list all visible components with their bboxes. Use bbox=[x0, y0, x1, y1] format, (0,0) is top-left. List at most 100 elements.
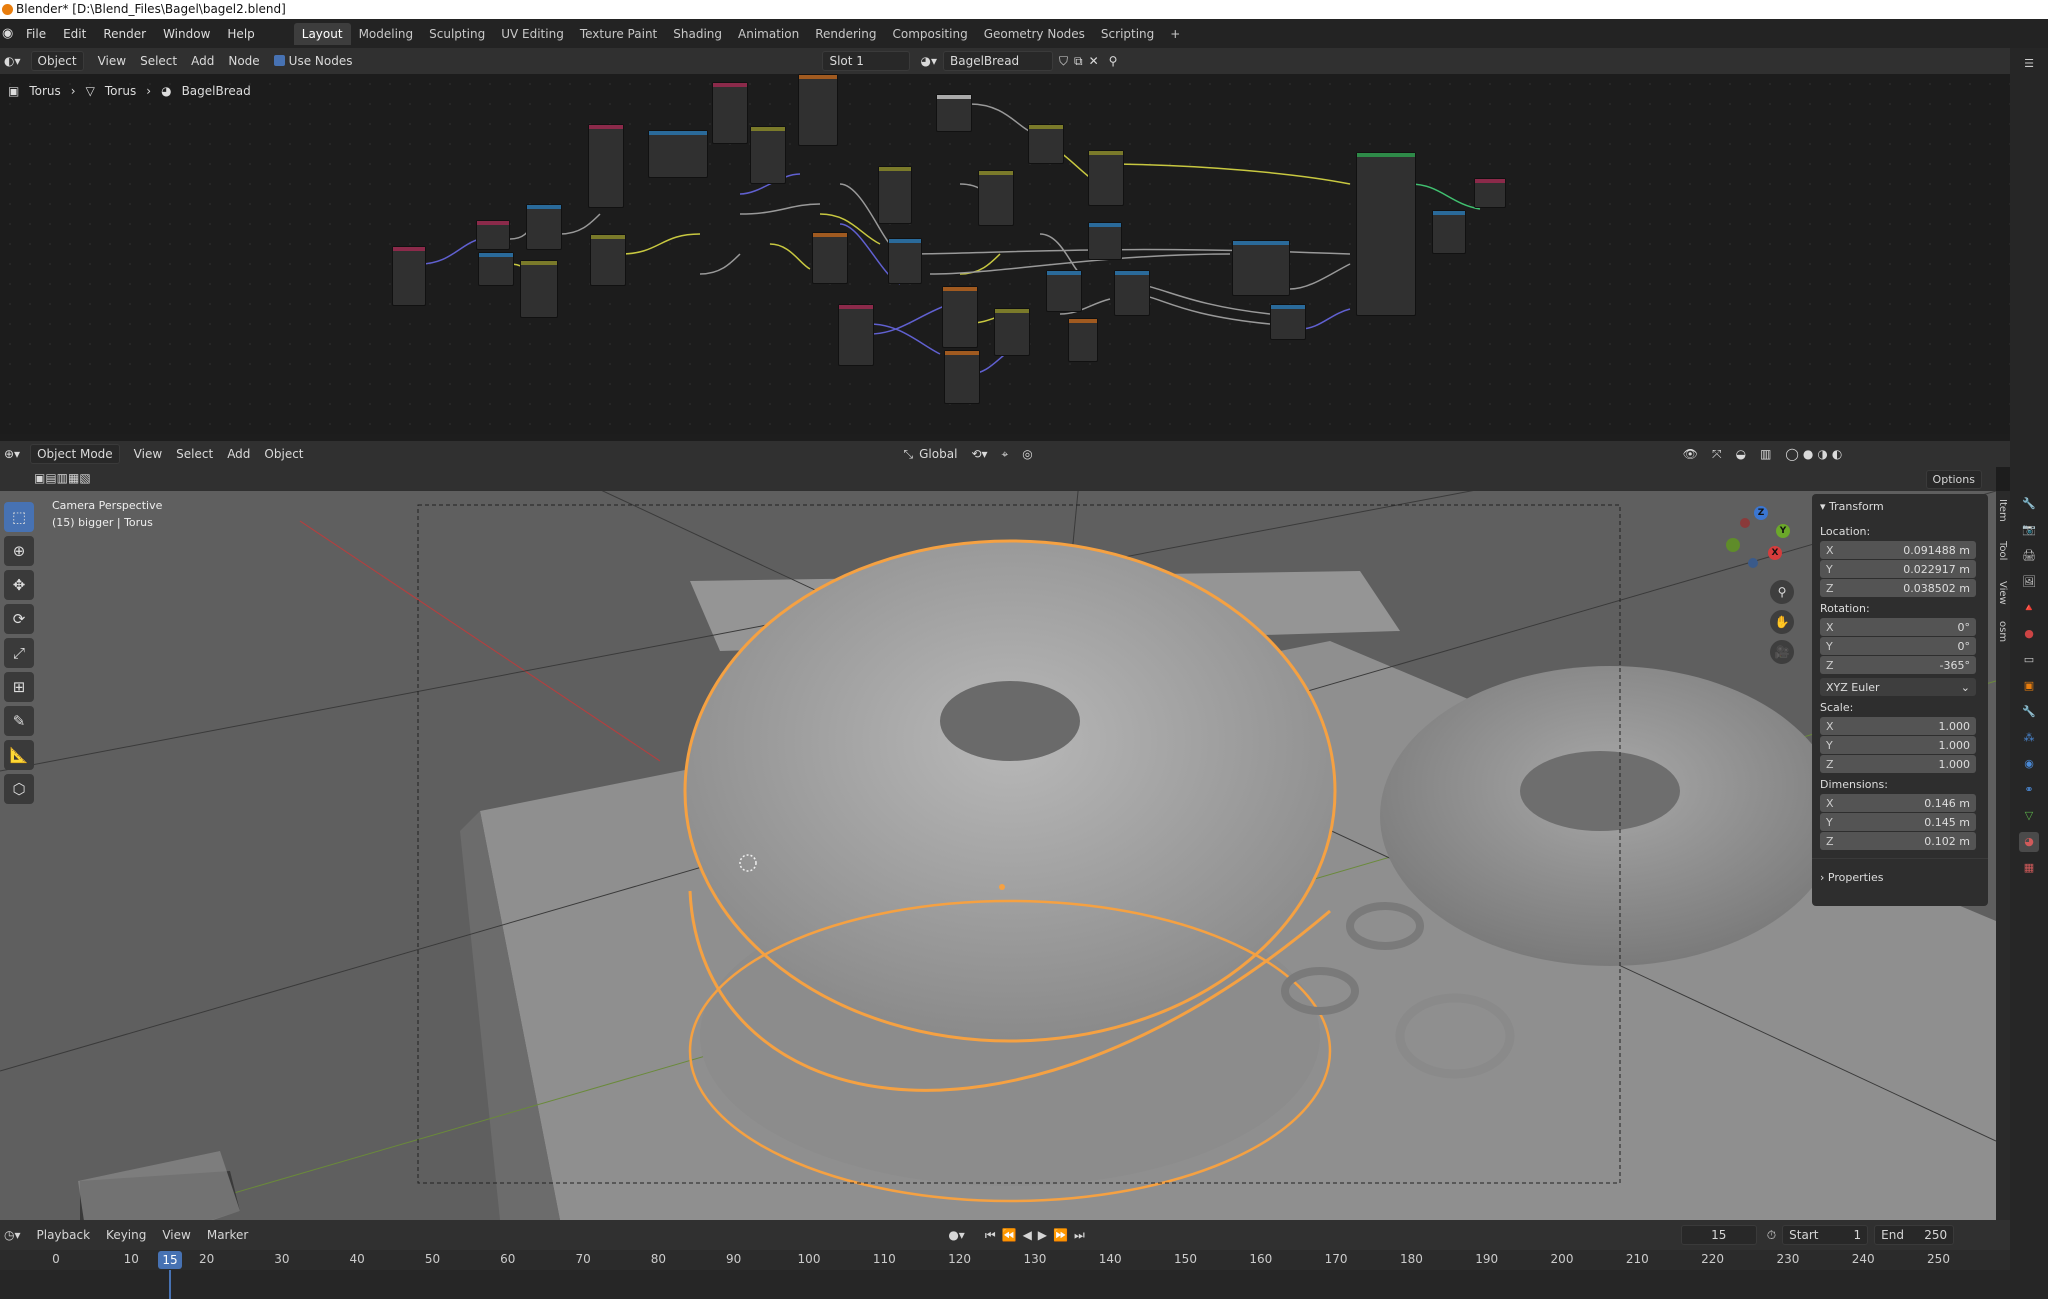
marker-menu[interactable]: Marker bbox=[207, 1228, 248, 1242]
timeline-editor-type-icon[interactable]: ◷▾ bbox=[4, 1228, 21, 1242]
shading-render-icon[interactable]: ◐ bbox=[1832, 447, 1842, 461]
particles-props-icon[interactable]: ⁂ bbox=[2019, 728, 2039, 748]
node-math-a[interactable] bbox=[520, 260, 558, 318]
viewport-menu-view[interactable]: View bbox=[134, 447, 162, 461]
zoom-icon[interactable]: ⚲ bbox=[1770, 580, 1794, 604]
proportional-icon[interactable]: ◎ bbox=[1022, 447, 1032, 461]
rotation-z-field[interactable]: Z-365° bbox=[1820, 656, 1976, 674]
node-texture-c[interactable] bbox=[838, 304, 874, 366]
dimensions-z-field[interactable]: Z0.102 m bbox=[1820, 832, 1976, 850]
node-principled-bsdf[interactable] bbox=[1356, 152, 1416, 316]
rotation-mode-dropdown[interactable]: XYZ Euler⌄ bbox=[1820, 678, 1976, 696]
object-type-dropdown[interactable]: Object bbox=[31, 51, 84, 71]
viewport-menu-select[interactable]: Select bbox=[176, 447, 213, 461]
node-math-c[interactable] bbox=[878, 166, 912, 224]
scale-icon[interactable]: ⤢ bbox=[4, 638, 34, 668]
node-vector-b[interactable] bbox=[888, 238, 922, 284]
visibility-icon[interactable]: 👁 bbox=[1683, 447, 1698, 461]
location-y-field[interactable]: Y0.022917 m bbox=[1820, 560, 1976, 578]
tab-modeling[interactable]: Modeling bbox=[351, 23, 422, 45]
tab-scripting[interactable]: Scripting bbox=[1093, 23, 1162, 45]
shading-material-icon[interactable]: ◑ bbox=[1817, 447, 1827, 461]
output-props-icon[interactable]: 🖨 bbox=[2019, 546, 2039, 566]
physics-props-icon[interactable]: ◉ bbox=[2019, 754, 2039, 774]
gizmo-x-axis[interactable]: X bbox=[1768, 546, 1782, 560]
rotate-icon[interactable]: ⟳ bbox=[4, 604, 34, 634]
annotate-icon[interactable]: ✎ bbox=[4, 706, 34, 736]
node-mix-b[interactable] bbox=[1028, 124, 1064, 164]
editor-type-icon[interactable]: ◐▾ bbox=[4, 54, 21, 68]
tab-geometry-nodes[interactable]: Geometry Nodes bbox=[976, 23, 1093, 45]
orientation-icon[interactable]: ⤡ bbox=[904, 447, 914, 462]
fake-user-shield-icon[interactable]: ⛉ bbox=[1059, 54, 1068, 69]
pivot-icon[interactable]: ⟲▾ bbox=[971, 447, 987, 461]
playback-menu[interactable]: Playback bbox=[37, 1228, 91, 1242]
gizmo-y-axis[interactable]: Y bbox=[1776, 524, 1790, 538]
pin-icon[interactable]: ⚲ bbox=[1109, 54, 1118, 68]
gizmo-neg-x-axis[interactable] bbox=[1740, 518, 1750, 528]
scale-z-field[interactable]: Z1.000 bbox=[1820, 755, 1976, 773]
node-math-f[interactable] bbox=[994, 308, 1030, 356]
data-props-icon[interactable]: ▽ bbox=[2019, 806, 2039, 826]
timeline-ruler[interactable]: 0102030405060708090100110120130140150160… bbox=[0, 1250, 2010, 1270]
scale-y-field[interactable]: Y1.000 bbox=[1820, 736, 1976, 754]
shading-wire-icon[interactable]: ◯ bbox=[1785, 447, 1798, 461]
end-frame-field[interactable]: End250 bbox=[1874, 1225, 1954, 1245]
node-texture-b[interactable] bbox=[712, 82, 748, 144]
node-math-d[interactable] bbox=[812, 232, 848, 284]
node-math-g[interactable] bbox=[944, 350, 980, 404]
location-z-field[interactable]: Z0.038502 m bbox=[1820, 579, 1976, 597]
tab-texture-paint[interactable]: Texture Paint bbox=[572, 23, 665, 45]
viewport-menu-object[interactable]: Object bbox=[264, 447, 303, 461]
tool-props-icon[interactable]: 🔧 bbox=[2019, 494, 2039, 514]
node-mix-c[interactable] bbox=[978, 170, 1014, 226]
gizmo-toggle-icon[interactable]: ⤧ bbox=[1712, 447, 1722, 462]
node-material-output[interactable] bbox=[1474, 178, 1506, 208]
move-icon[interactable]: ✥ bbox=[4, 570, 34, 600]
rotation-y-field[interactable]: Y0° bbox=[1820, 637, 1976, 655]
modifier-props-icon[interactable]: 🔧 bbox=[2019, 702, 2039, 722]
tab-rendering[interactable]: Rendering bbox=[807, 23, 884, 45]
menu-file[interactable]: File bbox=[26, 27, 46, 41]
node-menu-add[interactable]: Add bbox=[191, 54, 214, 68]
shading-solid-icon[interactable]: ● bbox=[1803, 447, 1813, 461]
menu-edit[interactable]: Edit bbox=[63, 27, 86, 41]
node-mix-a[interactable] bbox=[750, 126, 786, 184]
unlink-material-icon[interactable]: ✕ bbox=[1089, 54, 1099, 68]
menu-window[interactable]: Window bbox=[163, 27, 210, 41]
options-dropdown[interactable]: Options bbox=[1926, 470, 1982, 489]
properties-editor-icon[interactable]: ☰ bbox=[2019, 54, 2039, 74]
camera-view-icon[interactable]: 🎥 bbox=[1770, 640, 1794, 664]
shader-node-editor[interactable]: ▣ Torus › ▽ Torus › ◕ BagelBread bbox=[0, 74, 2010, 434]
use-nodes-checkbox[interactable]: Use Nodes bbox=[274, 54, 353, 68]
selection-mode-icons[interactable]: ▣▤▥▦▧ bbox=[34, 471, 91, 485]
node-menu-view[interactable]: View bbox=[98, 54, 126, 68]
start-frame-field[interactable]: Start1 bbox=[1782, 1225, 1868, 1245]
current-frame-field[interactable]: 15 bbox=[1681, 1225, 1757, 1245]
3d-viewport[interactable]: Camera Perspective (15) bigger | Torus bbox=[0, 491, 1996, 1220]
node-frame-white[interactable] bbox=[936, 94, 972, 132]
constraints-props-icon[interactable]: ⚭ bbox=[2019, 780, 2039, 800]
add-cube-icon[interactable]: ⬡ bbox=[4, 774, 34, 804]
clock-icon[interactable]: ⏱ bbox=[1767, 1228, 1776, 1243]
gizmo-z-axis[interactable]: Z bbox=[1754, 506, 1768, 520]
tab-compositing[interactable]: Compositing bbox=[884, 23, 975, 45]
view-layer-props-icon[interactable]: 🖼 bbox=[2019, 572, 2039, 592]
material-sphere-icon[interactable]: ◕▾ bbox=[920, 54, 937, 68]
node-math-h[interactable] bbox=[1068, 318, 1098, 362]
material-name-field[interactable]: BagelBread bbox=[943, 51, 1053, 71]
orientation-dropdown[interactable]: Global bbox=[919, 447, 957, 461]
transform-icon[interactable]: ⊞ bbox=[4, 672, 34, 702]
node-colorramp-a[interactable] bbox=[648, 130, 708, 178]
pan-hand-icon[interactable]: ✋ bbox=[1770, 610, 1794, 634]
tab-tool[interactable]: Tool bbox=[1997, 541, 2008, 560]
dimensions-x-field[interactable]: X0.146 m bbox=[1820, 794, 1976, 812]
gizmo-neg-y-axis[interactable] bbox=[1726, 538, 1740, 552]
node-noise-b[interactable] bbox=[798, 74, 838, 146]
tab-shading[interactable]: Shading bbox=[665, 23, 730, 45]
add-workspace-button[interactable]: + bbox=[1162, 23, 1188, 45]
rotation-x-field[interactable]: X0° bbox=[1820, 618, 1976, 636]
tab-view[interactable]: View bbox=[1997, 581, 2008, 605]
blender-menu-icon[interactable]: ◉ bbox=[2, 26, 20, 41]
viewport-editor-type-icon[interactable]: ⊕▾ bbox=[4, 447, 20, 461]
